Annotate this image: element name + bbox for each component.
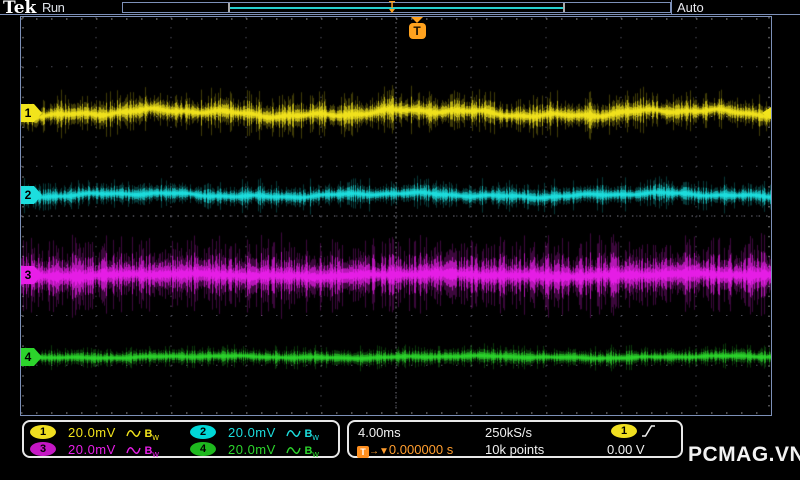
run-status: Run <box>42 0 65 15</box>
channel-readout-box: 1 20.0mV Bw 2 20.0mV Bw 3 20.0mV Bw 4 20.0mV… <box>22 420 340 459</box>
sine-wave-icon <box>126 430 141 437</box>
watermark: PCMAG.VN <box>688 443 800 466</box>
horizontal-trigger-readout-box: 4.00ms 250kS/s 1 T →▼0.000000 s 10k point… <box>347 420 683 458</box>
channel-3-scale: 20.0mV <box>68 442 116 457</box>
channel-3-badge: 3 <box>30 442 56 456</box>
channel-2-readout[interactable]: 2 20.0mV Bw <box>190 425 319 442</box>
trigger-time-value: 0.000000 s <box>388 442 454 457</box>
channel-2-badge: 2 <box>190 425 216 439</box>
channel-3-coupling: Bw <box>126 442 159 459</box>
arrow-right-icon: → <box>369 446 379 457</box>
graticule-display-area: T 1 2 3 4 <box>20 16 772 416</box>
sine-wave-icon <box>286 430 301 437</box>
topbar-divider <box>671 0 672 14</box>
waveform-canvas <box>21 17 771 415</box>
channel-1-readout[interactable]: 1 20.0mV Bw <box>30 425 159 442</box>
channel-1-scale: 20.0mV <box>68 425 116 440</box>
timebase-scale[interactable]: 4.00ms <box>358 425 401 440</box>
channel-4-scale: 20.0mV <box>228 442 276 457</box>
trigger-level-arrow[interactable] <box>762 107 771 119</box>
trigger-t-icon: T <box>357 446 369 458</box>
acquisition-window-right-bracket <box>563 3 565 12</box>
rising-edge-icon <box>641 424 656 439</box>
sample-rate: 250kS/s <box>485 425 532 440</box>
trigger-source-badge: 1 <box>611 424 637 438</box>
trigger-position-readout[interactable]: T →▼0.000000 s <box>357 442 454 458</box>
channel-1-coupling: Bw <box>126 425 159 442</box>
channel-3-readout[interactable]: 3 20.0mV Bw <box>30 442 159 459</box>
channel-4-readout[interactable]: 4 20.0mV Bw <box>190 442 319 459</box>
trigger-level-value[interactable]: 0.00 V <box>607 442 645 457</box>
sine-wave-icon <box>286 447 301 454</box>
channel-1-badge: 1 <box>30 425 56 439</box>
channel-4-coupling: Bw <box>286 442 319 459</box>
sine-wave-icon <box>126 447 141 454</box>
trigger-source-readout[interactable]: 1 <box>611 424 656 439</box>
oscilloscope-screen: Tek Run T Auto T 1 2 3 4 1 20.0mV Bw 2 2… <box>0 0 800 480</box>
acquisition-window-left-bracket <box>228 3 230 12</box>
down-marker-icon: ▼ <box>379 446 389 457</box>
trigger-position-indicator[interactable]: T <box>396 17 438 39</box>
channel-2-coupling: Bw <box>286 425 319 442</box>
trigger-t-icon: T <box>408 23 426 39</box>
trigger-mode-label[interactable]: Auto <box>677 0 704 15</box>
top-status-bar: Tek Run T Auto <box>0 0 800 18</box>
acquisition-preview-bar[interactable]: T <box>122 1 671 13</box>
channel-4-badge: 4 <box>190 442 216 456</box>
channel-2-scale: 20.0mV <box>228 425 276 440</box>
record-length: 10k points <box>485 442 545 457</box>
trigger-position-marker-minibar[interactable]: T <box>386 1 398 13</box>
